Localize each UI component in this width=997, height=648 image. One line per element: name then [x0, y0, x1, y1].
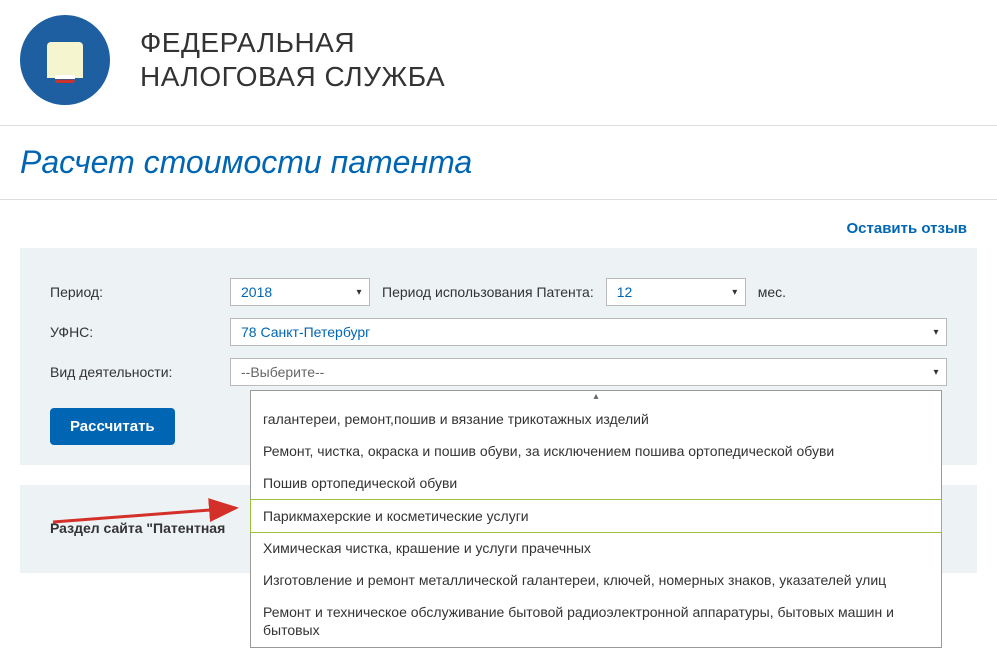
activity-dropdown: ▴ галантереи, ремонт,пошив и вязание три… [250, 390, 942, 648]
ufns-row: УФНС: 78 Санкт-Петербург ▾ [50, 318, 947, 346]
chevron-down-icon: ▾ [725, 287, 745, 298]
dropdown-item[interactable]: Ремонт, чистка, окраска и пошив обуви, з… [251, 435, 941, 467]
scroll-up-icon[interactable]: ▴ [251, 391, 941, 403]
usage-period-label: Период использования Патента: [382, 284, 594, 300]
feedback-link[interactable]: Оставить отзыв [847, 220, 968, 237]
dropdown-item[interactable]: Изготовление и ремонт металлической гала… [251, 564, 941, 596]
org-line1: ФЕДЕРАЛЬНАЯ [140, 27, 355, 58]
org-line2: НАЛОГОВАЯ СЛУЖБА [140, 61, 445, 92]
chevron-down-icon: ▾ [926, 367, 946, 378]
section-footer-label: Раздел сайта "Патентная [50, 520, 225, 536]
chevron-down-icon: ▾ [926, 327, 946, 338]
period-year-value: 2018 [231, 278, 349, 306]
period-year-select[interactable]: 2018 ▾ [230, 278, 370, 306]
activity-placeholder: --Выберите-- [231, 358, 926, 386]
activity-label: Вид деятельности: [50, 364, 230, 380]
page-title: Расчет стоимости патента [20, 144, 977, 181]
usage-months-select[interactable]: 12 ▾ [606, 278, 746, 306]
dropdown-item[interactable]: галантереи, ремонт,пошив и вязание трико… [251, 403, 941, 435]
page-title-section: Расчет стоимости патента [0, 126, 997, 200]
dropdown-item-highlighted[interactable]: Парикмахерские и косметические услуги [250, 499, 942, 533]
ufns-value: 78 Санкт-Петербург [231, 318, 926, 346]
feedback-row: Оставить отзыв [0, 200, 997, 248]
activity-row: Вид деятельности: --Выберите-- ▾ [50, 358, 947, 386]
usage-months-value: 12 [607, 278, 725, 306]
period-label: Период: [50, 284, 230, 300]
chevron-down-icon: ▾ [349, 287, 369, 298]
calculate-button[interactable]: Рассчитать [50, 408, 175, 445]
ufns-select[interactable]: 78 Санкт-Петербург ▾ [230, 318, 947, 346]
period-row: Период: 2018 ▾ Период использования Пате… [50, 278, 947, 306]
dropdown-item[interactable]: Пошив ортопедической обуви [251, 467, 941, 499]
months-suffix: мес. [758, 284, 786, 300]
ufns-label: УФНС: [50, 324, 230, 340]
dropdown-item[interactable]: Ремонт и техническое обслуживание бытово… [251, 596, 941, 646]
site-header: ФЕДЕРАЛЬНАЯ НАЛОГОВАЯ СЛУЖБА [0, 0, 997, 126]
org-name: ФЕДЕРАЛЬНАЯ НАЛОГОВАЯ СЛУЖБА [140, 26, 445, 93]
activity-select[interactable]: --Выберите-- ▾ [230, 358, 947, 386]
dropdown-item[interactable]: Химическая чистка, крашение и услуги пра… [251, 532, 941, 564]
fns-logo [20, 15, 110, 105]
